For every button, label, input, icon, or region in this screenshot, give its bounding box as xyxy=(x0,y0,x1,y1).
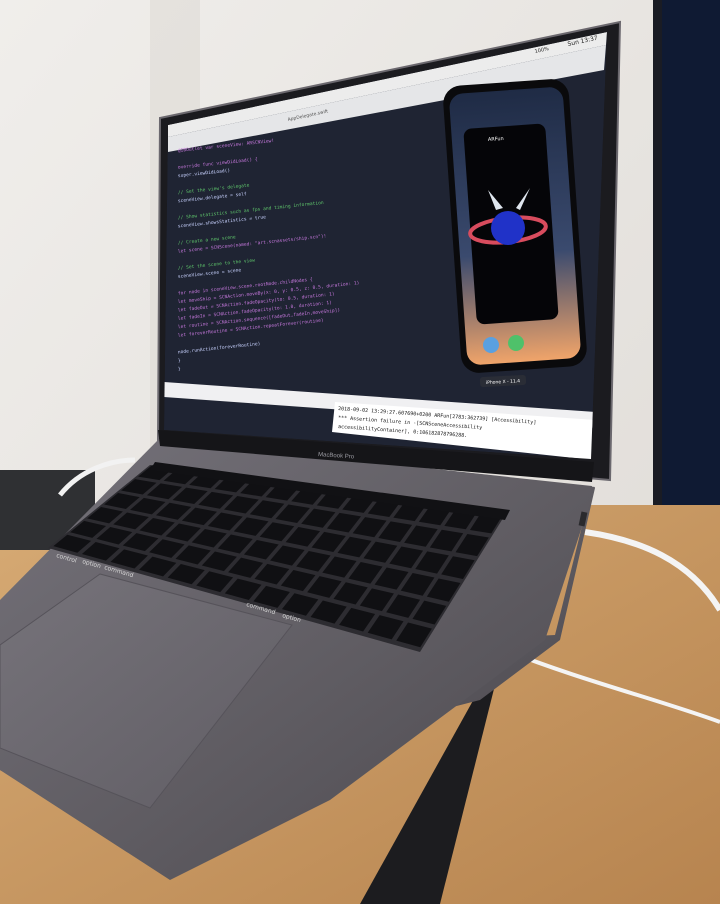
dock-icon-2 xyxy=(508,335,524,351)
photo-scene: control option command command option Su… xyxy=(0,0,720,904)
dock-icon-1 xyxy=(483,337,499,353)
simulator-app-name: ARFun xyxy=(488,136,504,143)
ios-simulator: ARFun iPhone X - 11.4 xyxy=(443,79,587,388)
external-monitor-screen xyxy=(662,0,720,530)
ar-ship-body xyxy=(491,211,525,245)
